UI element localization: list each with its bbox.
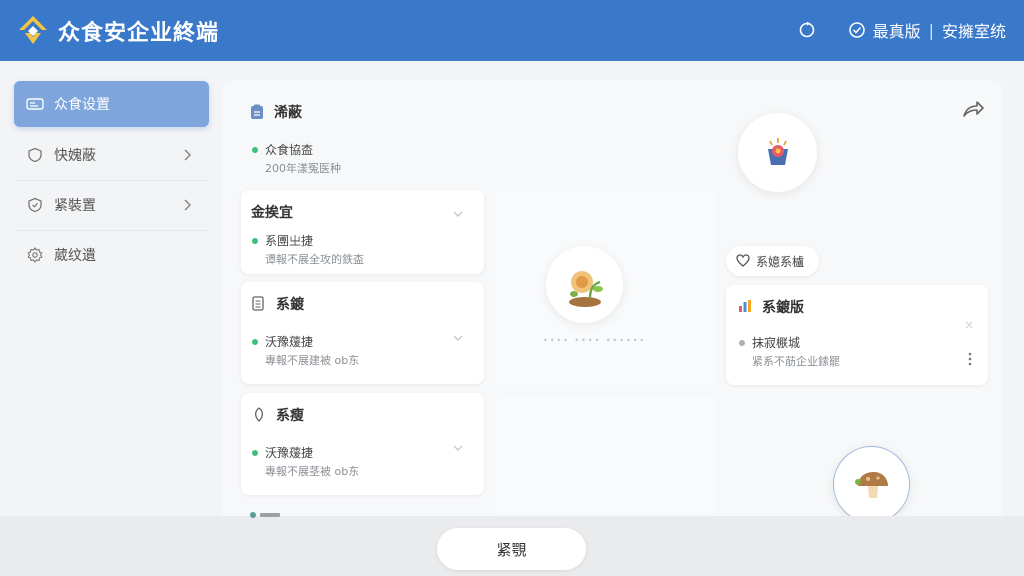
sidebar-item-label: 紧裝置 bbox=[54, 198, 96, 214]
sidebar-item-label: 快媿蔽 bbox=[54, 148, 96, 164]
bottom-action-button[interactable]: 紧覨 bbox=[437, 528, 586, 570]
leaf-icon bbox=[252, 407, 268, 423]
system-label[interactable]: 安擁室统 bbox=[942, 18, 1006, 42]
flower-pot-icon bbox=[767, 137, 788, 165]
chevron-down-icon[interactable] bbox=[451, 441, 465, 455]
card-sub: 谭報不展全攻的鉄㭗 bbox=[265, 253, 364, 266]
app-title: 众食安企业終端 bbox=[58, 21, 220, 46]
placeholder-text: •••• •••• •••••• bbox=[543, 336, 647, 345]
divider bbox=[14, 230, 209, 231]
chevron-right-icon bbox=[184, 199, 192, 211]
chevron-down-icon[interactable] bbox=[451, 207, 465, 221]
card-status-text: 沃豫蕿捷 bbox=[265, 446, 314, 460]
favorite-chip[interactable]: 系嬑系櫨 bbox=[726, 246, 819, 276]
card-sub: 專報不展茎被 ob东 bbox=[265, 465, 360, 478]
card-status: 系圑㞢捷 bbox=[252, 232, 313, 249]
header-actions: 最真版 | 安擁室统 bbox=[797, 18, 1006, 42]
mushroom-icon bbox=[854, 471, 888, 498]
document-icon bbox=[250, 104, 266, 120]
check-circle-icon bbox=[847, 20, 867, 40]
section-header: 浠蔽 bbox=[250, 102, 302, 122]
chevron-right-icon bbox=[184, 149, 192, 161]
header-separator: | bbox=[928, 20, 934, 40]
section-status-text: 众食協㭗 bbox=[265, 143, 314, 157]
divider bbox=[14, 180, 209, 181]
settings-card-icon bbox=[26, 95, 44, 113]
card-status-text: 沃豫蕿捷 bbox=[265, 335, 314, 349]
heart-icon bbox=[736, 254, 750, 268]
section-title: 浠蔽 bbox=[274, 105, 302, 121]
logo-icon bbox=[19, 16, 47, 44]
card-sub: 專報不展建被 ob东 bbox=[265, 354, 360, 367]
card-status-text: 抹寂㮳城 bbox=[752, 336, 801, 350]
card-header: 系鍍版 bbox=[738, 297, 804, 317]
section-sub: 200年漾冤医种 bbox=[265, 162, 341, 175]
card-peek bbox=[250, 512, 280, 518]
chevron-down-icon[interactable] bbox=[451, 331, 465, 345]
more-vertical-icon[interactable] bbox=[966, 351, 974, 367]
status-dot bbox=[252, 146, 258, 153]
sidebar-item-device[interactable]: 紧裝置 bbox=[14, 182, 209, 228]
card-status: 沃豫蕿捷 bbox=[252, 333, 313, 350]
card-sub: 紧系不荕企业鎍罷 bbox=[752, 355, 840, 368]
shield-icon bbox=[26, 146, 44, 164]
center-panel-lower bbox=[497, 395, 717, 515]
refresh-icon[interactable] bbox=[797, 20, 817, 40]
card-title: 系鍍 bbox=[276, 297, 304, 313]
status-dot bbox=[739, 339, 745, 346]
sidebar-item-quick[interactable]: 快媿蔽 bbox=[14, 132, 209, 178]
card-status: 抹寂㮳城 bbox=[739, 334, 800, 351]
card-title: 金挨宜 bbox=[251, 205, 293, 221]
card-header: 系鍍 bbox=[252, 294, 304, 314]
status-dot bbox=[252, 338, 258, 345]
sprout-icon bbox=[568, 270, 603, 307]
sidebar: 众食设置 快媿蔽 紧裝置 葳纹遺 bbox=[0, 61, 222, 576]
sidebar-item-other[interactable]: 葳纹遺 bbox=[14, 232, 209, 278]
card-title: 系鍍版 bbox=[762, 300, 804, 316]
chart-icon bbox=[738, 299, 754, 315]
card-status-text: 系圑㞢捷 bbox=[265, 234, 314, 248]
close-icon[interactable] bbox=[964, 320, 974, 330]
mushroom-illustration bbox=[833, 446, 910, 523]
app-header: 众食安企业終端 最真版 | 安擁室统 bbox=[0, 0, 1024, 61]
section-status: 众食協㭗 bbox=[252, 141, 313, 158]
plant-illustration bbox=[546, 246, 623, 323]
status-dot bbox=[252, 237, 258, 244]
card-header: 系瘦 bbox=[252, 405, 304, 425]
card-status: 沃豫蕿捷 bbox=[252, 444, 313, 461]
chip-label: 系嬑系櫨 bbox=[756, 254, 805, 269]
badge-illustration bbox=[738, 113, 817, 192]
sidebar-item-label: 葳纹遺 bbox=[54, 248, 96, 264]
card-header: 金挨宜 bbox=[251, 202, 293, 222]
status-dot bbox=[252, 449, 258, 456]
gear-icon bbox=[26, 246, 44, 264]
sidebar-item-settings[interactable]: 众食设置 bbox=[14, 81, 209, 127]
shield-check-icon bbox=[26, 196, 44, 214]
file-icon bbox=[252, 296, 268, 312]
sidebar-item-label: 众食设置 bbox=[54, 97, 110, 113]
card-title: 系瘦 bbox=[276, 408, 304, 424]
edition-label[interactable]: 最真版 bbox=[873, 18, 921, 42]
share-icon[interactable] bbox=[960, 98, 986, 120]
